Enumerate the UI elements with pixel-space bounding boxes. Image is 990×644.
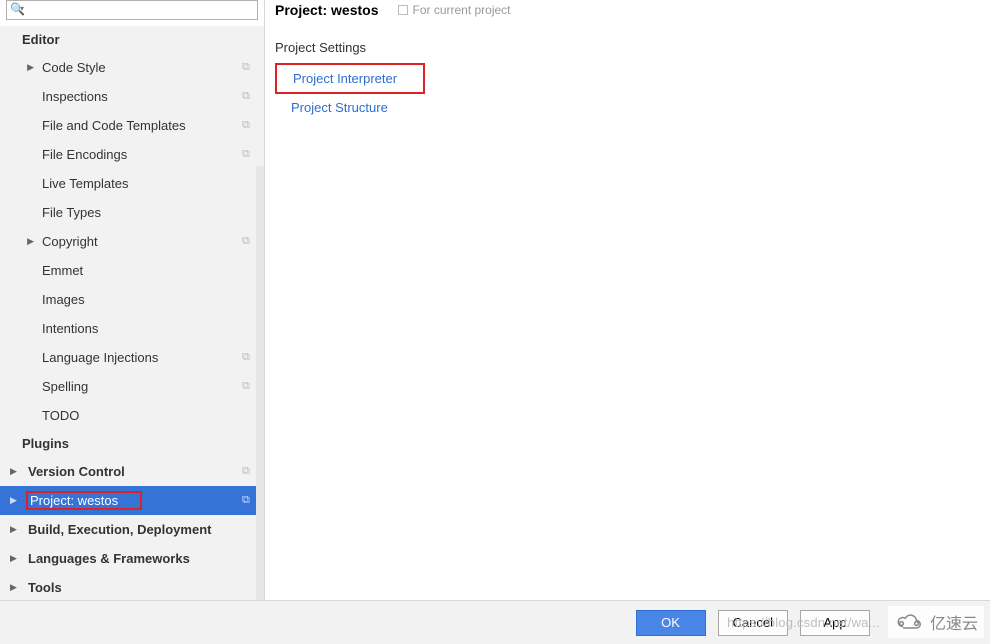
tree-item-label: Project: westos <box>24 493 242 508</box>
per-project-icon <box>242 293 256 307</box>
watermark-text: 亿速云 <box>930 610 978 634</box>
tree-item-label: Languages & Frameworks <box>24 551 242 566</box>
per-project-icon <box>242 148 256 162</box>
tree-item-label: File Encodings <box>38 147 242 162</box>
section-plugins[interactable]: Plugins <box>0 430 264 457</box>
tree-item-label: TODO <box>38 408 242 423</box>
tree-item-label: File and Code Templates <box>38 118 242 133</box>
tree-item-todo[interactable]: TODO <box>0 401 264 430</box>
scope-label: For current project <box>412 3 510 17</box>
per-project-icon <box>242 465 256 479</box>
tree-item-spelling[interactable]: Spelling <box>0 372 264 401</box>
tree-root-version-control[interactable]: ▶Version Control <box>0 457 264 486</box>
per-project-icon <box>242 494 256 508</box>
tree-item-label: Version Control <box>24 464 242 479</box>
tree-item-label: Build, Execution, Deployment <box>24 522 242 537</box>
expand-caret-icon: ▶ <box>10 62 38 73</box>
settings-link-project-structure[interactable]: Project Structure <box>275 94 990 121</box>
tree-item-file-encodings[interactable]: File Encodings <box>0 140 264 169</box>
tree-root-languages-frameworks[interactable]: ▶Languages & Frameworks <box>0 544 264 573</box>
per-project-icon <box>242 264 256 278</box>
cloud-icon <box>894 612 924 632</box>
sidebar-scrollbar[interactable] <box>256 166 264 600</box>
settings-link-project-interpreter[interactable]: Project Interpreter <box>275 63 425 94</box>
tree-item-label: Intentions <box>38 321 242 336</box>
tree-item-label: Emmet <box>38 263 242 278</box>
tree-item-label: Live Templates <box>38 176 242 191</box>
settings-search: 🔍 ▾ <box>6 0 258 20</box>
tree-item-file-and-code-templates[interactable]: File and Code Templates <box>0 111 264 140</box>
tree-item-images[interactable]: Images <box>0 285 264 314</box>
per-project-icon <box>242 581 256 595</box>
per-project-icon <box>242 90 256 104</box>
expand-caret-icon: ▶ <box>10 236 38 247</box>
tree-item-label: File Types <box>38 205 242 220</box>
settings-tree: Editor ▶Code StyleInspectionsFile and Co… <box>0 26 264 600</box>
per-project-icon <box>242 322 256 336</box>
tree-item-label: Copyright <box>38 234 242 249</box>
tree-item-label: Spelling <box>38 379 242 394</box>
per-project-icon <box>242 206 256 220</box>
page-title: Project: westos <box>275 2 378 18</box>
tree-root-build-execution-deployment[interactable]: ▶Build, Execution, Deployment <box>0 515 264 544</box>
tree-item-label: Code Style <box>38 60 242 75</box>
expand-caret-icon: ▶ <box>10 495 24 506</box>
tree-item-emmet[interactable]: Emmet <box>0 256 264 285</box>
tree-item-intentions[interactable]: Intentions <box>0 314 264 343</box>
tree-root-tools[interactable]: ▶Tools <box>0 573 264 600</box>
settings-main: Project: westos For current project Proj… <box>265 0 990 600</box>
project-scope-icon <box>398 5 408 15</box>
cancel-button[interactable]: Cancel <box>718 610 788 636</box>
expand-caret-icon: ▶ <box>10 524 24 535</box>
search-dropdown-icon[interactable]: ▾ <box>20 4 24 13</box>
per-project-icon <box>242 119 256 133</box>
dialog-button-bar: OK Cancel App <box>0 600 990 644</box>
per-project-icon <box>242 380 256 394</box>
per-project-icon <box>242 177 256 191</box>
search-input[interactable] <box>6 0 258 20</box>
tree-item-language-injections[interactable]: Language Injections <box>0 343 264 372</box>
apply-button[interactable]: App <box>800 610 870 636</box>
expand-caret-icon: ▶ <box>10 582 24 593</box>
tree-item-copyright[interactable]: ▶Copyright <box>0 227 264 256</box>
scope-indicator: For current project <box>398 3 510 17</box>
expand-caret-icon: ▶ <box>10 553 24 564</box>
ok-button[interactable]: OK <box>636 610 706 636</box>
tree-item-label: Inspections <box>38 89 242 104</box>
per-project-icon <box>242 552 256 566</box>
per-project-icon <box>242 523 256 537</box>
watermark: 亿速云 <box>888 606 984 638</box>
per-project-icon <box>242 235 256 249</box>
tree-item-code-style[interactable]: ▶Code Style <box>0 53 264 82</box>
tree-item-live-templates[interactable]: Live Templates <box>0 169 264 198</box>
expand-caret-icon: ▶ <box>10 466 24 477</box>
tree-root-project-westos[interactable]: ▶Project: westos <box>0 486 264 515</box>
tree-item-label: Tools <box>24 580 242 595</box>
per-project-icon <box>242 409 256 423</box>
project-settings-heading: Project Settings <box>275 40 990 55</box>
per-project-icon <box>242 351 256 365</box>
tree-item-inspections[interactable]: Inspections <box>0 82 264 111</box>
tree-item-file-types[interactable]: File Types <box>0 198 264 227</box>
tree-item-label: Language Injections <box>38 350 242 365</box>
per-project-icon <box>242 61 256 75</box>
tree-item-label: Images <box>38 292 242 307</box>
section-editor[interactable]: Editor <box>0 26 264 53</box>
settings-sidebar: 🔍 ▾ Editor ▶Code StyleInspectionsFile an… <box>0 0 265 600</box>
